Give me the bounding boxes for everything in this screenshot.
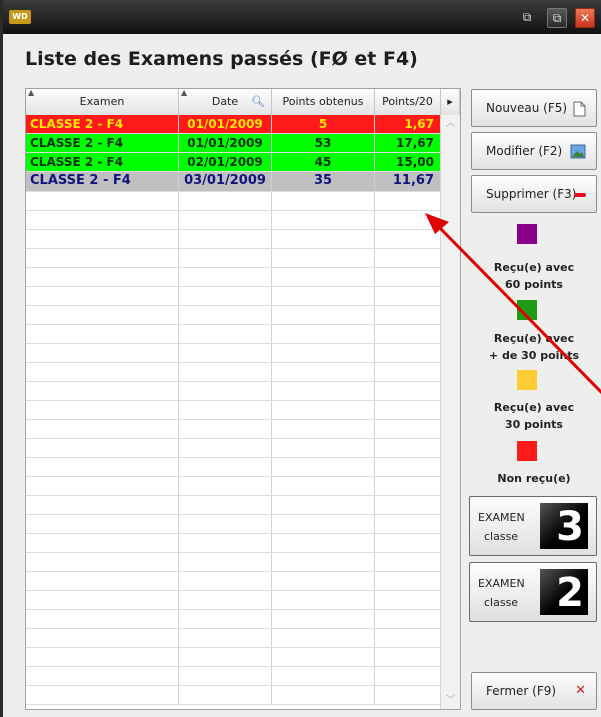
window: WD ⧉ ⧉ ✕ Liste des Examens passés (FØ et… — [0, 0, 601, 717]
annotation-arrow — [425, 213, 601, 395]
